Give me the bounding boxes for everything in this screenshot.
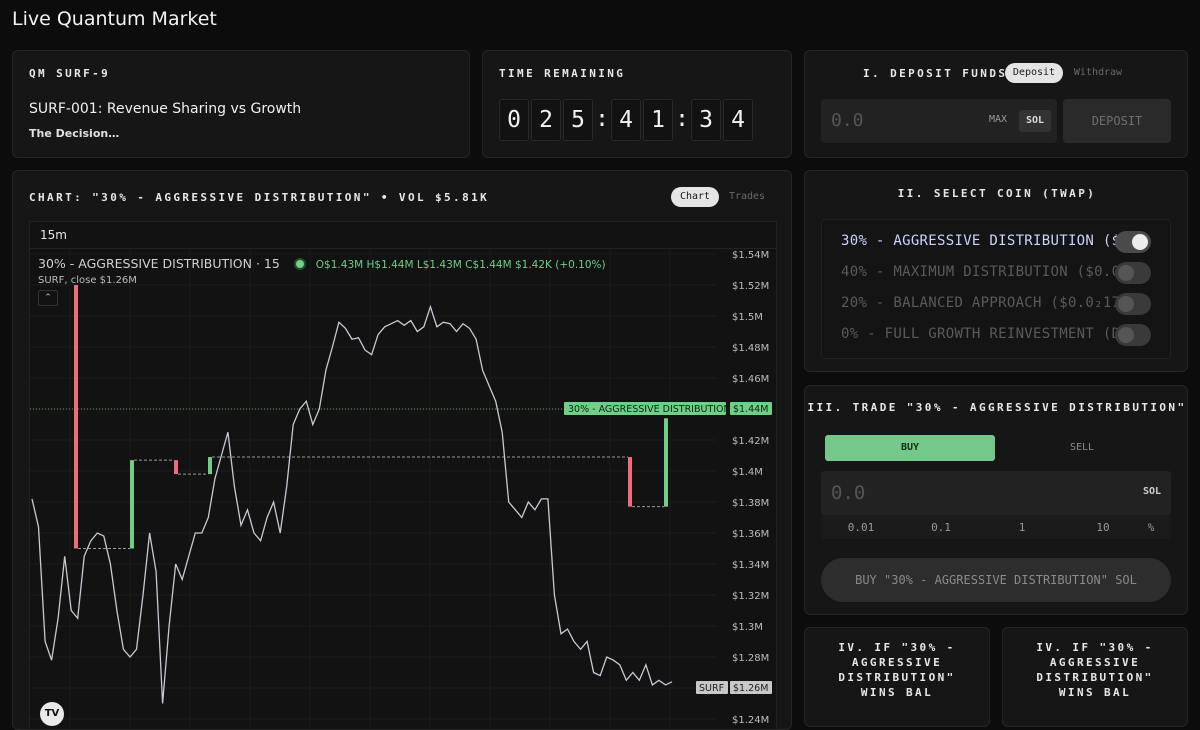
y-tick-label: $1.36M xyxy=(732,529,769,540)
y-tick-label: $1.42M xyxy=(732,436,769,447)
chart-area[interactable]: 15m $1.54M$1.52M$1.5M$1.48M$1.46M$1.44M$… xyxy=(29,221,777,730)
timer-separator: : xyxy=(595,106,609,132)
outcome-panel-right: IV. IF "30% - AGGRESSIVE DISTRIBUTION" W… xyxy=(1002,627,1188,727)
deposit-amount-input[interactable]: 0.0 xyxy=(831,110,864,131)
withdraw-tab[interactable]: Withdraw xyxy=(1067,63,1129,83)
candle xyxy=(208,457,212,475)
timer-digit: 3 xyxy=(691,99,721,141)
surf-price-tag-label: SURF xyxy=(699,683,724,694)
timer-digit: 5 xyxy=(563,99,593,141)
candle xyxy=(628,457,632,507)
deposit-amount-field[interactable]: 0.0 MAX SOL xyxy=(821,99,1057,143)
trade-title: III. TRADE "30% - AGGRESSIVE DISTRIBUTIO… xyxy=(807,401,1187,414)
coin-option-maximum[interactable]: 40% - MAXIMUM DISTRIBUTION ($0.0 xyxy=(841,264,1151,288)
chart-panel: CHART: "30% - AGGRESSIVE DISTRIBUTION" •… xyxy=(12,170,792,730)
chevron-up-icon[interactable]: ⌃ xyxy=(38,290,58,306)
live-dot-icon xyxy=(295,260,304,268)
deposit-panel: I. DEPOSIT FUNDS Deposit Withdraw 0.0 MA… xyxy=(804,50,1188,158)
timer-separator: : xyxy=(675,106,689,132)
timer-digit: 4 xyxy=(723,99,753,141)
chart-tab[interactable]: Chart xyxy=(671,187,719,207)
buy-submit-button[interactable]: BUY "30% - AGGRESSIVE DISTRIBUTION" SOL xyxy=(821,558,1171,602)
y-tick-label: $1.24M xyxy=(732,715,769,726)
timer-digit: 0 xyxy=(499,99,529,141)
series-price-tag-label: 30% - AGGRESSIVE DISTRIBUTION xyxy=(568,404,731,415)
coin-option-growth[interactable]: 0% - FULL GROWTH REINVESTMENT (D xyxy=(841,326,1151,350)
y-tick-label: $1.38M xyxy=(732,498,769,509)
coin-toggle-growth[interactable] xyxy=(1115,324,1151,346)
timer-digit: 4 xyxy=(611,99,641,141)
buy-tab[interactable]: BUY xyxy=(825,435,995,461)
series-legend: 30% - AGGRESSIVE DISTRIBUTION · 15 O$1.4… xyxy=(38,256,606,271)
y-tick-label: $1.54M xyxy=(732,250,769,261)
y-tick-label: $1.5M xyxy=(732,312,763,323)
candle xyxy=(130,460,134,549)
series-price-tag-value: $1.44M xyxy=(733,404,768,415)
y-tick-label: $1.46M xyxy=(732,374,769,385)
trade-amount-field[interactable]: 0.0 SOL xyxy=(821,471,1171,515)
coin-option-aggressive[interactable]: 30% - AGGRESSIVE DISTRIBUTION ($ xyxy=(841,233,1151,257)
coin-toggle-balanced[interactable] xyxy=(1115,293,1151,315)
sell-tab[interactable]: SELL xyxy=(997,435,1167,461)
y-tick-label: $1.52M xyxy=(732,281,769,292)
time-remaining-label: TIME REMAINING xyxy=(499,67,626,80)
coin-toggle-aggressive[interactable] xyxy=(1115,231,1151,253)
market-info-panel: QM SURF-9 SURF-001: Revenue Sharing vs G… xyxy=(12,50,470,158)
ohlc-values: O$1.43M H$1.44M L$1.43M C$1.44M $1.42K (… xyxy=(315,259,606,271)
quick-amount-option[interactable]: 0.01 xyxy=(841,521,881,534)
trades-tab[interactable]: Trades xyxy=(723,187,771,207)
quick-amount-option[interactable]: 1 xyxy=(1002,521,1042,534)
quick-amount-option[interactable]: 0.1 xyxy=(921,521,961,534)
outcome-title: IV. IF "30% - AGGRESSIVE DISTRIBUTION" W… xyxy=(838,641,956,699)
market-name: SURF-001: Revenue Sharing vs Growth xyxy=(29,101,302,117)
trade-amount-input[interactable]: 0.0 xyxy=(831,482,865,504)
tradingview-logo-icon: TV xyxy=(40,702,64,726)
timer-digit: 2 xyxy=(531,99,561,141)
price-chart-svg[interactable]: $1.54M $1.52M $1.5M $1.48M $1.46M $1.44M $1.42… xyxy=(30,249,776,730)
deposit-tab[interactable]: Deposit xyxy=(1005,63,1063,83)
y-tick-label: $1.3M xyxy=(732,622,763,633)
deposit-button[interactable]: DEPOSIT xyxy=(1063,99,1171,143)
y-tick-label: $1.48M xyxy=(732,343,769,354)
app-title: Live Quantum Market xyxy=(12,8,217,30)
series-legend-name: 30% - AGGRESSIVE DISTRIBUTION · 15 xyxy=(38,256,280,271)
coin-option-balanced[interactable]: 20% - BALANCED APPROACH ($0.0₂17 xyxy=(841,295,1151,319)
deposit-title: I. DEPOSIT FUNDS xyxy=(863,67,1008,80)
candle xyxy=(664,418,668,507)
currency-badge: SOL xyxy=(1019,110,1051,132)
secondary-legend: SURF, close $1.26M xyxy=(38,275,137,286)
percent-icon[interactable]: % xyxy=(1141,521,1161,534)
y-tick-label: $1.4M xyxy=(732,467,763,478)
surf-price-line xyxy=(31,304,673,704)
select-coin-title: II. SELECT COIN (TWAP) xyxy=(897,187,1097,200)
surf-price-tag-value: $1.26M xyxy=(733,683,768,694)
max-button[interactable]: MAX xyxy=(989,114,1007,125)
interval-selector[interactable]: 15m xyxy=(40,228,67,242)
candle xyxy=(74,285,78,549)
y-tick-label: $1.34M xyxy=(732,560,769,571)
quick-amount-option[interactable]: 10 xyxy=(1083,521,1123,534)
time-remaining-panel: TIME REMAINING 0 2 5 : 4 1 : 3 4 xyxy=(482,50,792,158)
trade-panel: III. TRADE "30% - AGGRESSIVE DISTRIBUTIO… xyxy=(804,385,1188,615)
market-subtitle[interactable]: The Decision… xyxy=(29,127,119,140)
outcome-title: IV. IF "30% - AGGRESSIVE DISTRIBUTION" W… xyxy=(1036,641,1154,699)
trade-currency: SOL xyxy=(1142,486,1161,497)
candle xyxy=(174,460,178,475)
select-coin-panel: II. SELECT COIN (TWAP) 30% - AGGRESSIVE … xyxy=(804,170,1188,372)
coin-toggle-maximum[interactable] xyxy=(1115,262,1151,284)
y-tick-label: $1.32M xyxy=(732,591,769,602)
timer-digit: 1 xyxy=(643,99,673,141)
y-tick-label: $1.28M xyxy=(732,653,769,664)
outcome-panel-left: IV. IF "30% - AGGRESSIVE DISTRIBUTION" W… xyxy=(804,627,990,727)
market-label: QM SURF-9 xyxy=(29,67,111,80)
chart-title: CHART: "30% - AGGRESSIVE DISTRIBUTION" •… xyxy=(29,191,490,204)
